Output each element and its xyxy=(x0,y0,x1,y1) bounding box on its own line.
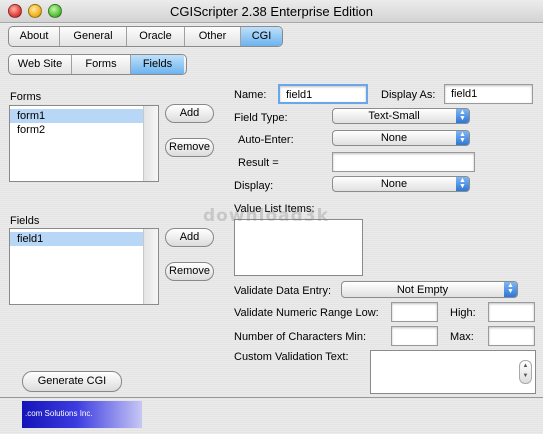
forms-list[interactable]: form1 form2 xyxy=(9,105,159,182)
fields-label: Fields xyxy=(10,215,40,227)
window-title: CGIScripter 2.38 Enterprise Edition xyxy=(169,4,374,19)
display-label: Display: xyxy=(234,180,274,192)
chars-max-field[interactable] xyxy=(488,326,535,346)
name-label: Name: xyxy=(234,89,267,101)
updown-arrow-icon: ▲ ▼ xyxy=(456,109,469,123)
display-select[interactable]: None ▲ ▼ xyxy=(332,176,470,192)
validate-select[interactable]: Not Empty ▲ ▼ xyxy=(341,281,518,298)
tab-cgi[interactable]: CGI xyxy=(241,27,282,46)
list-item[interactable]: field1 xyxy=(10,232,143,246)
field-type-label: Field Type: xyxy=(234,112,288,124)
display-as-label: Display As: xyxy=(381,89,436,101)
tab-web-site[interactable]: Web Site xyxy=(9,55,72,74)
custom-validation-text[interactable]: ▲ ▼ xyxy=(370,350,536,394)
company-logo: .com Solutions Inc. xyxy=(22,401,142,428)
generate-cgi-button[interactable]: Generate CGI xyxy=(22,371,122,392)
remove-form-button[interactable]: Remove xyxy=(165,138,214,157)
value-list-items[interactable] xyxy=(234,219,363,276)
title-bar: CGIScripter 2.38 Enterprise Edition xyxy=(0,0,543,23)
remove-field-button[interactable]: Remove xyxy=(165,262,214,281)
forms-list-scrollbar[interactable] xyxy=(143,106,158,181)
tab-general[interactable]: General xyxy=(60,27,127,46)
chars-label: Number of Characters Min: xyxy=(234,331,367,343)
display-value: None xyxy=(380,178,408,190)
result-label: Result = xyxy=(238,157,279,169)
name-field[interactable]: field1 xyxy=(278,84,368,104)
tab-other[interactable]: Other xyxy=(185,27,241,46)
add-field-button[interactable]: Add xyxy=(165,228,214,247)
list-item[interactable]: form2 xyxy=(10,123,143,137)
watermark: download3k xyxy=(203,206,329,226)
sub-tab-bar: Web Site Forms Fields xyxy=(8,54,187,75)
list-item[interactable]: form1 xyxy=(10,109,143,123)
updown-arrow-icon: ▲ ▼ xyxy=(504,282,517,297)
max-label: Max: xyxy=(450,331,474,343)
fields-list[interactable]: field1 xyxy=(9,228,159,305)
tab-forms[interactable]: Forms xyxy=(72,55,131,74)
add-form-button[interactable]: Add xyxy=(165,104,214,123)
footer-divider xyxy=(0,397,543,398)
auto-enter-label: Auto-Enter: xyxy=(238,134,294,146)
tab-oracle[interactable]: Oracle xyxy=(127,27,185,46)
updown-arrow-icon: ▲ ▼ xyxy=(456,177,469,191)
validate-label: Validate Data Entry: xyxy=(234,285,332,297)
tab-fields[interactable]: Fields xyxy=(131,55,184,74)
fields-list-scrollbar[interactable] xyxy=(143,229,158,304)
stepper-arrows-icon[interactable]: ▲ ▼ xyxy=(519,360,532,384)
updown-arrow-icon: ▲ ▼ xyxy=(456,131,469,145)
range-label: Validate Numeric Range Low: xyxy=(234,307,379,319)
result-field[interactable] xyxy=(332,152,475,172)
range-low-field[interactable] xyxy=(391,302,438,322)
chars-min-field[interactable] xyxy=(391,326,438,346)
display-as-field[interactable]: field1 xyxy=(444,84,533,104)
custom-validation-label: Custom Validation Text: xyxy=(234,351,349,363)
tab-about[interactable]: About xyxy=(9,27,60,46)
top-tab-bar: About General Oracle Other CGI xyxy=(8,26,283,47)
forms-label: Forms xyxy=(10,91,42,103)
auto-enter-value: None xyxy=(380,132,408,144)
field-type-select[interactable]: Text-Small ▲ ▼ xyxy=(332,108,470,124)
high-label: High: xyxy=(450,307,476,319)
company-logo-text: .com Solutions Inc. xyxy=(25,409,93,418)
validate-value: Not Empty xyxy=(396,284,449,296)
range-high-field[interactable] xyxy=(488,302,535,322)
auto-enter-select[interactable]: None ▲ ▼ xyxy=(332,130,470,146)
field-type-value: Text-Small xyxy=(368,110,420,122)
